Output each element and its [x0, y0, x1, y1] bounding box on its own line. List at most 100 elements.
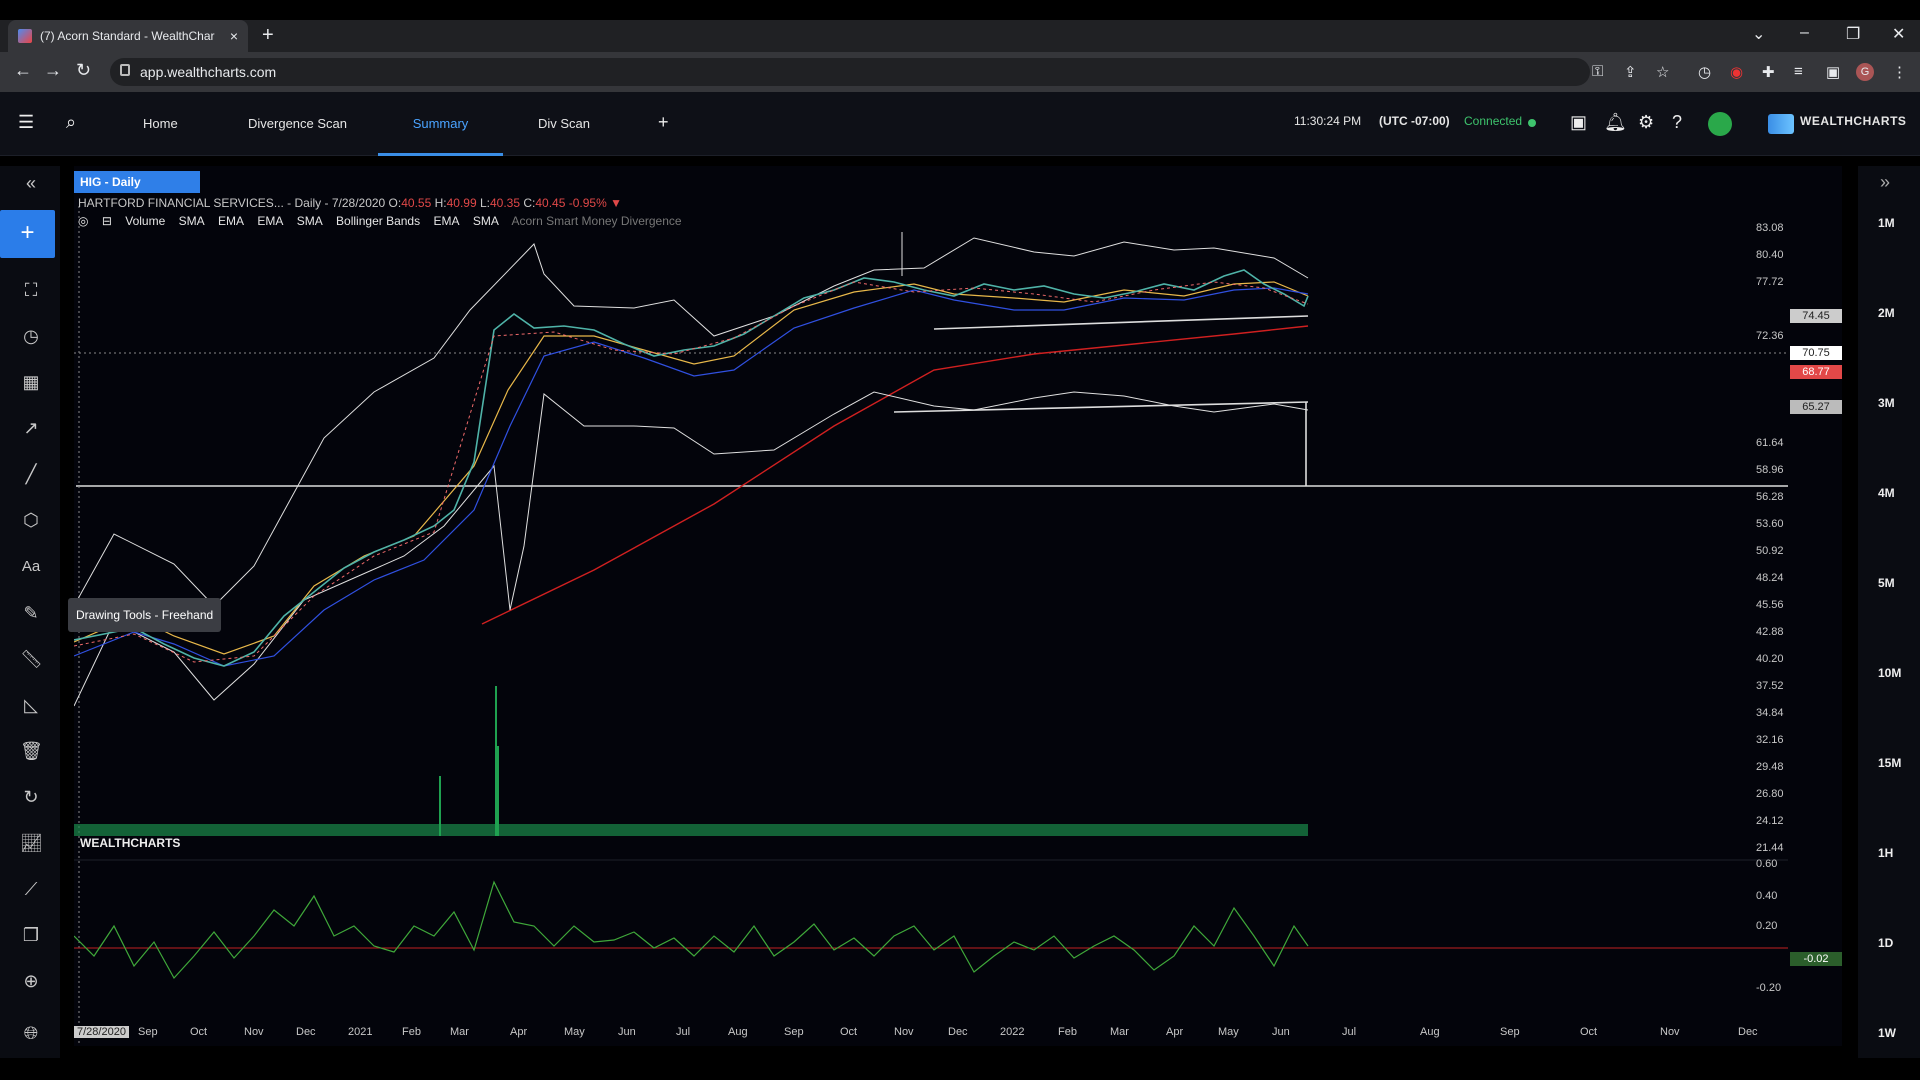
lock-icon[interactable]	[120, 64, 130, 76]
star-icon[interactable]: ☆	[1656, 63, 1669, 81]
y-tick: 37.52	[1756, 680, 1784, 692]
tab-search-icon[interactable]: ⌄	[1752, 24, 1765, 44]
indicator-ema-2[interactable]: EMA	[257, 214, 283, 228]
angle-tool-icon[interactable]: ◺	[20, 694, 42, 716]
timeframe-1h[interactable]: 1H	[1878, 846, 1893, 860]
minimize-icon[interactable]: –	[1800, 24, 1809, 42]
gear-icon[interactable]: ⚙	[1638, 112, 1654, 133]
timeframe-10m[interactable]: 10M	[1878, 666, 1901, 680]
line-tool-icon[interactable]: ╱	[20, 463, 42, 485]
path-tool-icon[interactable]: ⟋	[20, 878, 42, 900]
extensions-puzzle-icon[interactable]: ✚	[1762, 63, 1775, 81]
x-tick: Jun	[1272, 1026, 1290, 1038]
new-tab-icon[interactable]: +	[262, 24, 274, 47]
y-tick: 40.20	[1756, 653, 1784, 665]
tab-home[interactable]: Home	[143, 92, 178, 156]
visibility-icon[interactable]: ◎	[78, 214, 88, 228]
chart-watermark: WEALTHCHARTS	[80, 836, 181, 850]
expand-right-icon[interactable]: »	[1880, 172, 1890, 193]
hamburger-menu-icon[interactable]: ☰	[18, 112, 34, 133]
x-tick: Dec	[296, 1026, 316, 1038]
calendar-icon[interactable]: ▦	[20, 371, 42, 393]
text-tool-icon[interactable]: Aa	[20, 556, 42, 578]
forward-icon[interactable]: →	[44, 60, 62, 81]
help-icon[interactable]: ?	[1672, 112, 1682, 133]
indicator-icon[interactable]: 📈︎	[20, 832, 43, 854]
oscillator-line	[74, 880, 1309, 980]
close-window-icon[interactable]: ✕	[1892, 24, 1905, 44]
timeframe-1d[interactable]: 1D	[1878, 936, 1893, 950]
indicator-bollinger[interactable]: Bollinger Bands	[336, 214, 420, 228]
y-tick: 32.16	[1756, 734, 1784, 746]
browser-menu-icon[interactable]: ⋮	[1892, 63, 1907, 81]
refresh-icon[interactable]: ↻	[20, 786, 42, 808]
x-tick: Oct	[1580, 1026, 1598, 1038]
trash-icon[interactable]: 🗑︎	[20, 740, 43, 762]
osc-value-box: -0.02	[1790, 952, 1842, 966]
price-candles-bear-trace	[74, 281, 1309, 663]
clock-time: 11:30:24 PM	[1294, 114, 1362, 128]
timeframe-4m[interactable]: 4M	[1878, 486, 1895, 500]
y-tick: 42.88	[1756, 626, 1784, 638]
indicator-volume[interactable]: Volume	[125, 214, 165, 228]
save-icon[interactable]: ▣	[1570, 112, 1587, 133]
tab-div-scan[interactable]: Div Scan	[538, 92, 590, 156]
extension-shield-icon[interactable]: ◉	[1730, 63, 1743, 81]
collapse-left-icon[interactable]: «	[20, 172, 42, 194]
y-tick: 48.24	[1756, 572, 1784, 584]
indicator-acorn-divergence[interactable]: Acorn Smart Money Divergence	[512, 214, 682, 228]
media-icon[interactable]: ≡	[1794, 63, 1803, 80]
share-icon[interactable]: ⇪	[1624, 63, 1637, 81]
bell-icon[interactable]: 🔔︎	[1604, 112, 1627, 133]
timezone-label[interactable]: (UTC -07:00)	[1379, 114, 1450, 128]
chart-type-icon[interactable]: ⛶	[20, 279, 42, 301]
key-icon[interactable]: ⚿	[1592, 63, 1603, 80]
collapse-legend-icon[interactable]: ⊟	[102, 214, 112, 228]
timeframe-1m[interactable]: 1M	[1878, 216, 1895, 230]
symbol-tag[interactable]: HIG - Daily	[74, 171, 200, 193]
copy-icon[interactable]: ❐	[20, 924, 42, 946]
indicator-sma-2[interactable]: SMA	[297, 214, 323, 228]
browser-tab-title: (7) Acorn Standard - WealthChar	[40, 29, 215, 43]
browser-tab[interactable]: (7) Acorn Standard - WealthChar ×	[8, 20, 248, 52]
restore-icon[interactable]: ❐	[1846, 24, 1860, 44]
trend-icon[interactable]: ↗	[20, 417, 42, 439]
browser-toolbar: ← → ↻ app.wealthcharts.com ⚿ ⇪ ☆ ◷ ◉ ✚ ≡…	[0, 52, 1920, 92]
clock-icon[interactable]: ◷	[20, 325, 42, 347]
crosshair-icon[interactable]: ⊕	[20, 970, 42, 992]
location-pin-icon[interactable]	[1708, 112, 1732, 136]
search-icon[interactable]: ⌕	[66, 112, 76, 133]
timeframe-2m[interactable]: 2M	[1878, 306, 1895, 320]
tab-summary[interactable]: Summary	[378, 92, 503, 156]
open-value: 40.55	[401, 196, 432, 210]
favicon-icon	[18, 29, 32, 43]
ruler-icon[interactable]: 📏︎	[20, 648, 43, 670]
indicator-ema-1[interactable]: EMA	[218, 214, 244, 228]
globe-icon[interactable]: 🌐︎	[20, 1022, 42, 1044]
timeframe-3m[interactable]: 3M	[1878, 396, 1895, 410]
x-tick: Jul	[676, 1026, 691, 1038]
chart-canvas[interactable]	[74, 166, 1842, 1046]
timeframe-1w[interactable]: 1W	[1878, 1026, 1896, 1040]
indicator-ema-3[interactable]: EMA	[433, 214, 459, 228]
add-tab-icon[interactable]: +	[658, 112, 669, 133]
close-tab-icon[interactable]: ×	[230, 28, 238, 44]
side-panel-icon[interactable]: ▣	[1826, 63, 1840, 81]
extension-clock-icon[interactable]: ◷	[1698, 63, 1711, 81]
address-bar[interactable]: app.wealthcharts.com	[110, 58, 1590, 86]
indicator-sma-1[interactable]: SMA	[179, 214, 205, 228]
tab-divergence-scan[interactable]: Divergence Scan	[248, 92, 347, 156]
indicator-sma-3[interactable]: SMA	[473, 214, 499, 228]
profile-avatar[interactable]: G	[1856, 63, 1874, 81]
y-tick: 56.28	[1756, 491, 1784, 503]
price-box: 70.75	[1790, 346, 1842, 360]
freehand-tooltip: Drawing Tools - Freehand	[68, 598, 222, 632]
timeframe-15m[interactable]: 15M	[1878, 756, 1901, 770]
add-drawing-button[interactable]: +	[0, 210, 55, 258]
timeframe-5m[interactable]: 5M	[1878, 576, 1895, 590]
back-icon[interactable]: ←	[14, 60, 32, 81]
shapes-tool-icon[interactable]: ⬡	[20, 509, 42, 531]
freehand-pencil-icon[interactable]: ✎	[20, 602, 42, 624]
x-tick: Sep	[784, 1026, 804, 1038]
reload-icon[interactable]: ↻	[76, 60, 91, 81]
